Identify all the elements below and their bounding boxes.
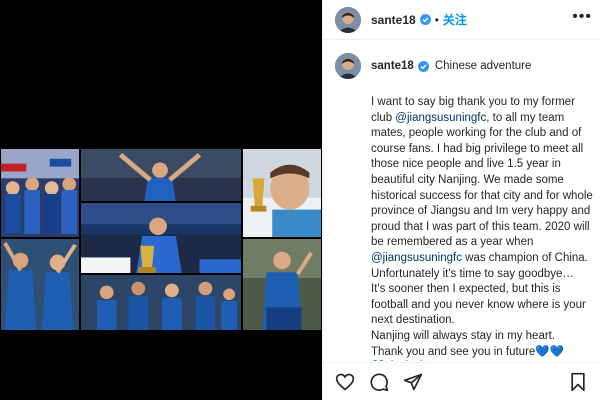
post-media[interactable]	[0, 0, 322, 400]
photo-collage	[0, 148, 322, 331]
mention-link[interactable]: @jiangsusuningfc	[371, 252, 462, 264]
caption-section: sante18 Chinese adventure I want to say …	[323, 41, 600, 361]
caption-username[interactable]: sante18	[371, 59, 414, 73]
collage-photo-teammates	[0, 238, 80, 331]
collage-photo-team-group	[80, 274, 242, 331]
caption-paragraph-2: It's sooner then I expected, but this is…	[371, 283, 586, 327]
blue-hearts-emoji: 💙💙	[535, 345, 564, 358]
share-button[interactable]	[401, 370, 425, 394]
caption-header: sante18 Chinese adventure	[335, 53, 590, 79]
verified-badge-icon	[417, 60, 429, 72]
comment-button[interactable]	[367, 370, 391, 394]
collage-photo-player	[242, 238, 322, 331]
action-bar	[323, 362, 600, 400]
mention-link[interactable]: @jiangsusuningfc	[395, 112, 486, 124]
share-icon	[403, 373, 423, 390]
separator-dot: •	[434, 12, 439, 27]
caption-text-part: Thank you and see you in future	[371, 345, 536, 358]
caption-paragraph-4: Thank you and see you in future💙💙💙🙏🙏🙏	[371, 345, 593, 362]
post-header: sante18 • 关注 •••	[323, 0, 600, 40]
author-avatar[interactable]	[335, 6, 361, 33]
caption-paragraph-3: Nanjing will always stay in my heart.	[371, 329, 556, 342]
collage-photo-trophy-bed	[242, 148, 322, 238]
caption-avatar[interactable]	[335, 53, 361, 79]
collage-photo-trophy-lift	[80, 202, 242, 274]
collage-photo-fans	[0, 148, 80, 238]
save-button[interactable]	[566, 370, 590, 394]
caption-text-part: , to all my team mates, people working f…	[371, 111, 593, 249]
author-username[interactable]: sante18	[371, 13, 416, 27]
bookmark-icon	[571, 372, 585, 391]
heart-icon	[335, 373, 355, 391]
verified-badge-icon	[419, 14, 431, 25]
collage-photo-celebration	[80, 148, 242, 202]
more-options-icon[interactable]: •••	[572, 8, 592, 31]
comment-icon	[370, 372, 389, 391]
caption-paragraph-1: I want to say big thank you to my former…	[371, 95, 593, 282]
caption-title: Chinese adventure	[434, 60, 532, 72]
caption-text: I want to say big thank you to my former…	[371, 95, 593, 361]
like-button[interactable]	[333, 370, 357, 394]
instagram-post: sante18 • 关注 ••• sante18 Chinese adventu…	[0, 0, 600, 400]
post-sidebar: sante18 • 关注 ••• sante18 Chinese adventu…	[322, 0, 600, 400]
follow-button[interactable]: 关注	[443, 11, 467, 28]
